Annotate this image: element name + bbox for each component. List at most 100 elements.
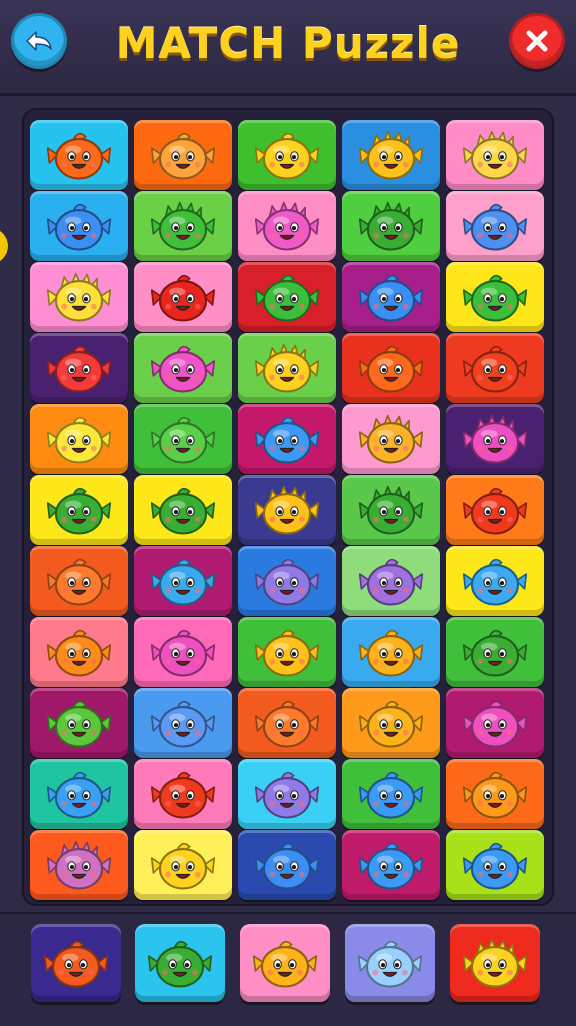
blob-creature-icon [462, 700, 528, 748]
puzzle-tile[interactable] [30, 830, 128, 900]
puzzle-tile[interactable] [446, 333, 544, 403]
puzzle-tile[interactable] [238, 617, 336, 687]
puzzle-tile[interactable] [446, 404, 544, 474]
blob-creature-icon [358, 842, 424, 890]
puzzle-tile[interactable] [238, 830, 336, 900]
puzzle-tile[interactable] [30, 404, 128, 474]
close-button[interactable] [509, 13, 565, 69]
puzzle-tile[interactable] [342, 262, 440, 332]
puzzle-tile[interactable] [134, 688, 232, 758]
puzzle-tile[interactable] [30, 120, 128, 190]
puzzle-tile[interactable] [134, 830, 232, 900]
blob-creature-icon [462, 345, 528, 393]
blob-creature-icon [462, 487, 528, 535]
spiky-creature-icon [254, 201, 320, 251]
spiky-creature-icon [358, 485, 424, 535]
back-arrow-icon [26, 31, 52, 51]
puzzle-tile[interactable] [342, 830, 440, 900]
blob-creature-icon [254, 132, 320, 180]
puzzle-tile[interactable] [134, 262, 232, 332]
puzzle-tile[interactable] [30, 617, 128, 687]
puzzle-tile[interactable] [134, 191, 232, 261]
puzzle-tile[interactable] [134, 404, 232, 474]
puzzle-tile[interactable] [30, 333, 128, 403]
spiky-creature-icon [358, 201, 424, 251]
puzzle-tile[interactable] [30, 688, 128, 758]
blob-creature-icon [150, 558, 216, 606]
spiky-creature-icon [462, 938, 528, 988]
puzzle-tile[interactable] [342, 333, 440, 403]
blob-creature-icon [150, 842, 216, 890]
puzzle-tile[interactable] [30, 759, 128, 829]
puzzle-tile[interactable] [30, 191, 128, 261]
blob-creature-icon [46, 203, 112, 251]
blob-creature-icon [43, 940, 109, 988]
puzzle-tile[interactable] [446, 262, 544, 332]
blob-creature-icon [150, 700, 216, 748]
puzzle-tile[interactable] [134, 120, 232, 190]
puzzle-tile[interactable] [446, 617, 544, 687]
spiky-creature-icon [358, 130, 424, 180]
blob-creature-icon [150, 487, 216, 535]
spiky-creature-icon [254, 343, 320, 393]
puzzle-tile[interactable] [238, 333, 336, 403]
puzzle-tile[interactable] [342, 759, 440, 829]
tray-tile[interactable] [31, 924, 121, 1002]
tray-tile[interactable] [345, 924, 435, 1002]
puzzle-tile[interactable] [342, 120, 440, 190]
puzzle-tile[interactable] [342, 475, 440, 545]
back-button[interactable] [11, 13, 67, 69]
puzzle-tile[interactable] [134, 333, 232, 403]
tray-tile[interactable] [450, 924, 540, 1002]
puzzle-tile[interactable] [342, 617, 440, 687]
puzzle-tile[interactable] [238, 262, 336, 332]
blob-creature-icon [254, 771, 320, 819]
top-bar: MATCH Puzzle [0, 0, 576, 96]
puzzle-tile[interactable] [342, 688, 440, 758]
puzzle-tile[interactable] [446, 120, 544, 190]
blob-creature-icon [150, 629, 216, 677]
spiky-creature-icon [46, 272, 112, 322]
puzzle-tile[interactable] [446, 191, 544, 261]
tray-tile[interactable] [240, 924, 330, 1002]
puzzle-tile[interactable] [238, 120, 336, 190]
puzzle-tile[interactable] [30, 262, 128, 332]
blob-creature-icon [46, 700, 112, 748]
spiky-creature-icon [358, 414, 424, 464]
tray-tile[interactable] [135, 924, 225, 1002]
blob-creature-icon [462, 558, 528, 606]
spiky-creature-icon [462, 130, 528, 180]
puzzle-tile[interactable] [238, 404, 336, 474]
blob-creature-icon [358, 700, 424, 748]
blob-creature-icon [254, 274, 320, 322]
puzzle-tile[interactable] [238, 191, 336, 261]
page-title: MATCH Puzzle [115, 19, 461, 68]
tile-tray [0, 912, 576, 1026]
puzzle-tile[interactable] [134, 617, 232, 687]
puzzle-tile[interactable] [30, 475, 128, 545]
puzzle-tile[interactable] [238, 475, 336, 545]
blob-creature-icon [254, 416, 320, 464]
puzzle-tile[interactable] [238, 546, 336, 616]
puzzle-tile[interactable] [446, 688, 544, 758]
puzzle-tile[interactable] [446, 830, 544, 900]
puzzle-tile[interactable] [30, 546, 128, 616]
puzzle-tile[interactable] [238, 688, 336, 758]
blob-creature-icon [46, 345, 112, 393]
puzzle-tile[interactable] [446, 759, 544, 829]
puzzle-tile[interactable] [134, 475, 232, 545]
puzzle-tile[interactable] [342, 546, 440, 616]
puzzle-tile[interactable] [342, 191, 440, 261]
puzzle-tile[interactable] [134, 546, 232, 616]
puzzle-tile[interactable] [134, 759, 232, 829]
puzzle-tile[interactable] [446, 546, 544, 616]
puzzle-tile[interactable] [342, 404, 440, 474]
blob-creature-icon [252, 940, 318, 988]
blob-creature-icon [46, 132, 112, 180]
blob-creature-icon [46, 771, 112, 819]
puzzle-tile[interactable] [446, 475, 544, 545]
blob-creature-icon [46, 416, 112, 464]
puzzle-tile[interactable] [238, 759, 336, 829]
side-tab-handle[interactable] [0, 228, 8, 264]
blob-creature-icon [358, 274, 424, 322]
